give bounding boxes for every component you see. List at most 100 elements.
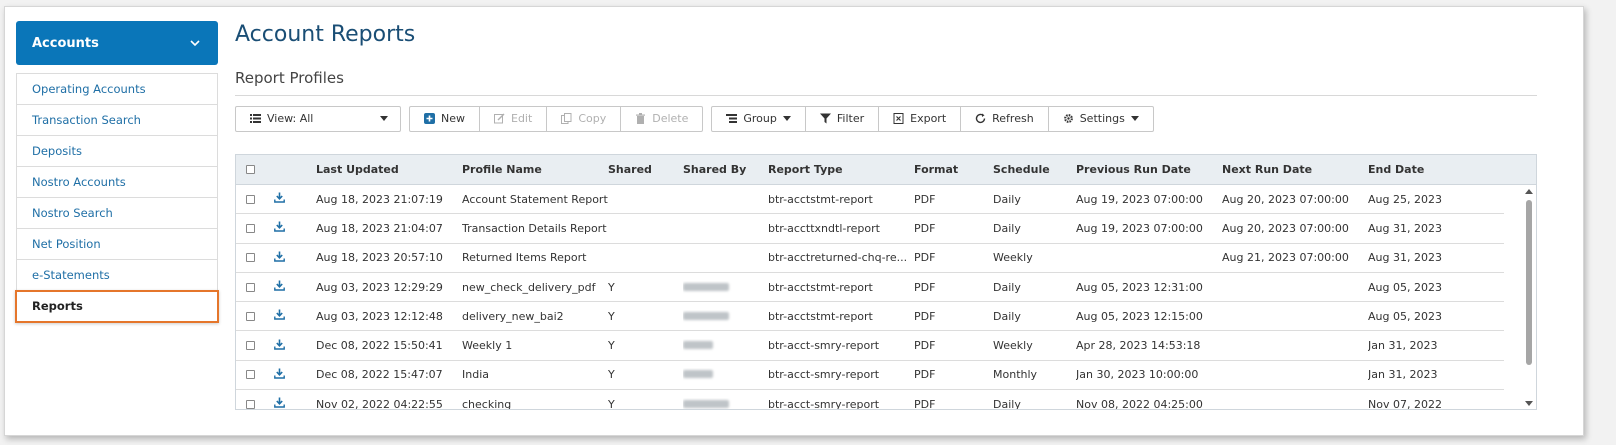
sidebar: Accounts Operating Accounts Transaction … <box>15 21 219 323</box>
table-row[interactable]: Aug 18, 2023 20:57:10 Returned Items Rep… <box>236 244 1504 273</box>
download-icon[interactable] <box>274 368 285 379</box>
column-header-schedule[interactable]: Schedule <box>993 163 1076 176</box>
cell-profile-name: Returned Items Report <box>462 251 587 265</box>
download-icon[interactable] <box>274 251 285 262</box>
cell-next-run-date: Aug 20, 2023 07:00:00 <box>1222 192 1349 206</box>
cell-schedule: Daily <box>993 309 1021 323</box>
cell-profile-name: new_check_delivery_pdf <box>462 280 596 294</box>
export-icon <box>893 113 904 124</box>
filter-button[interactable]: Filter <box>806 106 880 131</box>
sidebar-item-operating-accounts[interactable]: Operating Accounts <box>17 74 217 105</box>
filter-button-label: Filter <box>836 112 865 125</box>
download-icon[interactable] <box>274 397 285 408</box>
cell-previous-run-date: Aug 19, 2023 07:00:00 <box>1076 192 1203 206</box>
table-row[interactable]: Nov 02, 2022 04:22:55 checking Y btr-acc… <box>236 390 1504 410</box>
cell-profile-name: checking <box>462 397 512 410</box>
group-button[interactable]: Group <box>712 106 806 131</box>
row-checkbox[interactable] <box>246 253 255 263</box>
accounts-header-label: Accounts <box>32 35 99 51</box>
column-header-previous-run-date[interactable]: Previous Run Date <box>1076 163 1222 176</box>
delete-button-label: Delete <box>652 112 689 125</box>
list-icon <box>250 114 261 123</box>
download-icon[interactable] <box>274 192 285 203</box>
download-icon[interactable] <box>274 221 285 233</box>
cell-shared: Y <box>608 309 615 323</box>
sidebar-item-nostro-search[interactable]: Nostro Search <box>17 198 217 229</box>
table-scrollbar[interactable] <box>1524 186 1534 408</box>
redacted-user <box>683 282 729 291</box>
view-select[interactable]: View: All <box>236 107 400 131</box>
row-checkbox[interactable] <box>246 370 255 380</box>
cell-shared: Y <box>608 280 615 294</box>
cell-profile-name: Weekly 1 <box>462 339 513 353</box>
edit-button[interactable]: Edit <box>480 106 548 131</box>
sidebar-item-e-statements[interactable]: e-Statements <box>17 260 217 291</box>
cell-end-date: Jan 31, 2023 <box>1368 368 1438 382</box>
sidebar-item-deposits[interactable]: Deposits <box>17 136 217 167</box>
cell-format: PDF <box>914 192 936 206</box>
cell-report-type: btr-acct-smry-report <box>768 339 880 353</box>
column-header-end-date[interactable]: End Date <box>1368 163 1488 176</box>
table-row[interactable]: Aug 18, 2023 21:04:07 Transaction Detail… <box>236 214 1504 244</box>
cell-last-updated: Aug 03, 2023 12:29:29 <box>316 280 443 294</box>
table-row[interactable]: Dec 08, 2022 15:47:07 India Y btr-acct-s… <box>236 361 1504 391</box>
column-header-last-updated[interactable]: Last Updated <box>316 163 462 176</box>
column-header-shared-by[interactable]: Shared By <box>683 163 768 176</box>
cell-profile-name: Transaction Details Report <box>462 221 607 235</box>
scroll-down-icon[interactable] <box>1525 401 1533 406</box>
column-header-shared[interactable]: Shared <box>608 163 683 176</box>
row-checkbox[interactable] <box>246 311 255 321</box>
scroll-up-icon[interactable] <box>1525 189 1533 194</box>
group-button-label: Group <box>743 112 777 125</box>
column-header-report-type[interactable]: Report Type <box>768 163 914 176</box>
row-checkbox[interactable] <box>246 341 255 351</box>
download-icon[interactable] <box>274 339 285 350</box>
row-checkbox[interactable] <box>246 223 255 233</box>
refresh-button[interactable]: Refresh <box>961 106 1049 131</box>
accounts-menu-header[interactable]: Accounts <box>16 21 218 65</box>
table-row[interactable]: Aug 03, 2023 12:12:48 delivery_new_bai2 … <box>236 302 1504 332</box>
select-all-checkbox[interactable] <box>246 165 255 174</box>
row-checkbox[interactable] <box>246 194 255 204</box>
cell-shared-by <box>683 281 768 294</box>
column-header-format[interactable]: Format <box>914 163 993 176</box>
scrollbar-thumb[interactable] <box>1526 200 1532 365</box>
refresh-icon <box>976 113 986 124</box>
export-button-label: Export <box>910 112 947 125</box>
table-row[interactable]: Aug 03, 2023 12:29:29 new_check_delivery… <box>236 273 1504 303</box>
table-row[interactable]: Dec 08, 2022 15:50:41 Weekly 1 Y btr-acc… <box>236 331 1504 361</box>
cell-last-updated: Nov 02, 2022 04:22:55 <box>316 397 443 410</box>
copy-button[interactable]: Copy <box>547 106 622 131</box>
sidebar-item-transaction-search[interactable]: Transaction Search <box>17 105 217 136</box>
sidebar-item-reports[interactable]: Reports <box>15 290 219 323</box>
delete-button[interactable]: Delete <box>621 107 702 131</box>
cell-format: PDF <box>914 397 936 410</box>
settings-button[interactable]: Settings <box>1049 107 1153 131</box>
cell-previous-run-date: Nov 08, 2022 04:25:00 <box>1076 397 1203 410</box>
cell-format: PDF <box>914 339 936 353</box>
export-button[interactable]: Export <box>879 106 962 131</box>
cell-schedule: Weekly <box>993 339 1033 353</box>
column-header-profile-name[interactable]: Profile Name <box>462 163 608 176</box>
filter-icon <box>819 113 831 124</box>
row-checkbox[interactable] <box>246 282 255 292</box>
cell-previous-run-date: Aug 05, 2023 12:15:00 <box>1076 309 1203 323</box>
toolbar: View: All New Edit Copy Delete Group Fil… <box>235 105 1537 132</box>
sidebar-item-nostro-accounts[interactable]: Nostro Accounts <box>17 167 217 198</box>
download-icon[interactable] <box>274 309 285 321</box>
cell-shared-by <box>683 310 768 323</box>
new-button[interactable]: New <box>410 106 480 131</box>
new-button-label: New <box>441 112 465 125</box>
cell-previous-run-date: Jan 30, 2023 10:00:00 <box>1076 368 1199 382</box>
cell-shared: Y <box>608 368 615 382</box>
row-checkbox[interactable] <box>246 399 255 409</box>
download-icon[interactable] <box>274 280 285 291</box>
app-window: Accounts Operating Accounts Transaction … <box>4 6 1584 436</box>
table-row[interactable]: Aug 18, 2023 21:07:19 Account Statement … <box>236 185 1504 215</box>
column-header-next-run-date[interactable]: Next Run Date <box>1222 163 1368 176</box>
caret-down-icon <box>380 116 388 121</box>
cell-last-updated: Aug 18, 2023 20:57:10 <box>316 251 443 265</box>
sidebar-item-net-position[interactable]: Net Position <box>17 229 217 260</box>
edit-button-label: Edit <box>511 112 533 125</box>
cell-previous-run-date: Apr 28, 2023 14:53:18 <box>1076 339 1201 353</box>
